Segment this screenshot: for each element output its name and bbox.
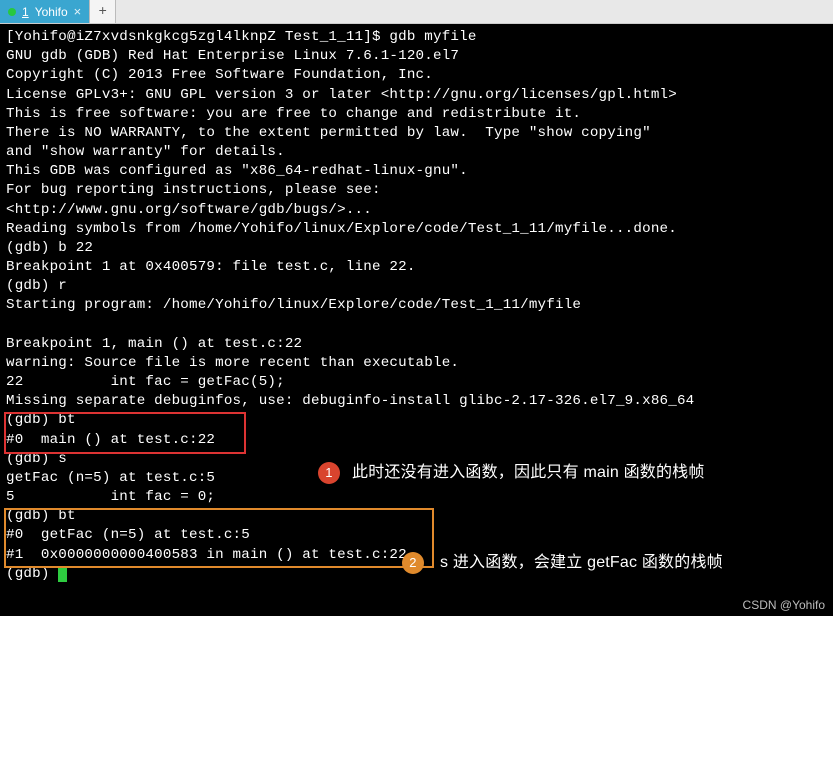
terminal-line: GNU gdb (GDB) Red Hat Enterprise Linux 7… [6,48,459,64]
terminal-line: (gdb) bt [6,412,76,428]
terminal-line: License GPLv3+: GNU GPL version 3 or lat… [6,87,677,103]
terminal-line: Reading symbols from /home/Yohifo/linux/… [6,221,677,237]
terminal-line: For bug reporting instructions, please s… [6,182,381,198]
terminal-line: (gdb) r [6,278,67,294]
terminal-line: warning: Source file is more recent than… [6,355,459,371]
badge-number: 1 [325,464,332,482]
close-icon[interactable]: × [74,5,82,18]
annotation-text-2: s 进入函数，会建立 getFac 函数的栈帧 [440,552,723,574]
terminal-tab-active[interactable]: 1 Yohifo × [0,0,90,23]
terminal-line: Breakpoint 1, main () at test.c:22 [6,336,302,352]
terminal-line: (gdb) bt [6,508,76,524]
terminal-line: 22 int fac = getFac(5); [6,374,285,390]
annotation-text-1: 此时还没有进入函数，因此只有 main 函数的栈帧 [352,462,705,484]
terminal-line: and "show warranty" for details. [6,144,285,160]
terminal-line: getFac (n=5) at test.c:5 [6,470,215,486]
terminal-line: 5 int fac = 0; [6,489,215,505]
terminal-line: #0 getFac (n=5) at test.c:5 [6,527,250,543]
tab-bar: 1 Yohifo × + [0,0,833,24]
watermark: CSDN @Yohifo [743,598,825,612]
terminal-line: #0 main () at test.c:22 [6,432,215,448]
new-tab-button[interactable]: + [90,0,116,23]
terminal-line: [Yohifo@iZ7xvdsnkgkcg5zgl4lknpZ Test_1_1… [6,29,477,45]
terminal-line: Copyright (C) 2013 Free Software Foundat… [6,67,433,83]
terminal-line: (gdb) b 22 [6,240,93,256]
tab-title: Yohifo [35,5,68,19]
terminal-output[interactable]: [Yohifo@iZ7xvdsnkgkcg5zgl4lknpZ Test_1_1… [0,24,833,616]
status-dot-icon [8,8,16,16]
terminal-line: Missing separate debuginfos, use: debugi… [6,393,694,409]
terminal-line: This is free software: you are free to c… [6,106,581,122]
terminal-line: <http://www.gnu.org/software/gdb/bugs/>.… [6,202,372,218]
cursor-icon [58,566,67,582]
terminal-line: This GDB was configured as "x86_64-redha… [6,163,468,179]
terminal-line: #1 0x0000000000400583 in main () at test… [6,547,407,563]
tab-prefix: 1 [22,5,29,19]
terminal-line: (gdb) s [6,451,67,467]
annotation-badge-1: 1 [318,462,340,484]
badge-number: 2 [409,554,416,572]
terminal-line: (gdb) [6,566,58,582]
terminal-line: There is NO WARRANTY, to the extent perm… [6,125,651,141]
plus-icon: + [99,4,107,20]
terminal-line: Breakpoint 1 at 0x400579: file test.c, l… [6,259,416,275]
terminal-line: Starting program: /home/Yohifo/linux/Exp… [6,297,581,313]
